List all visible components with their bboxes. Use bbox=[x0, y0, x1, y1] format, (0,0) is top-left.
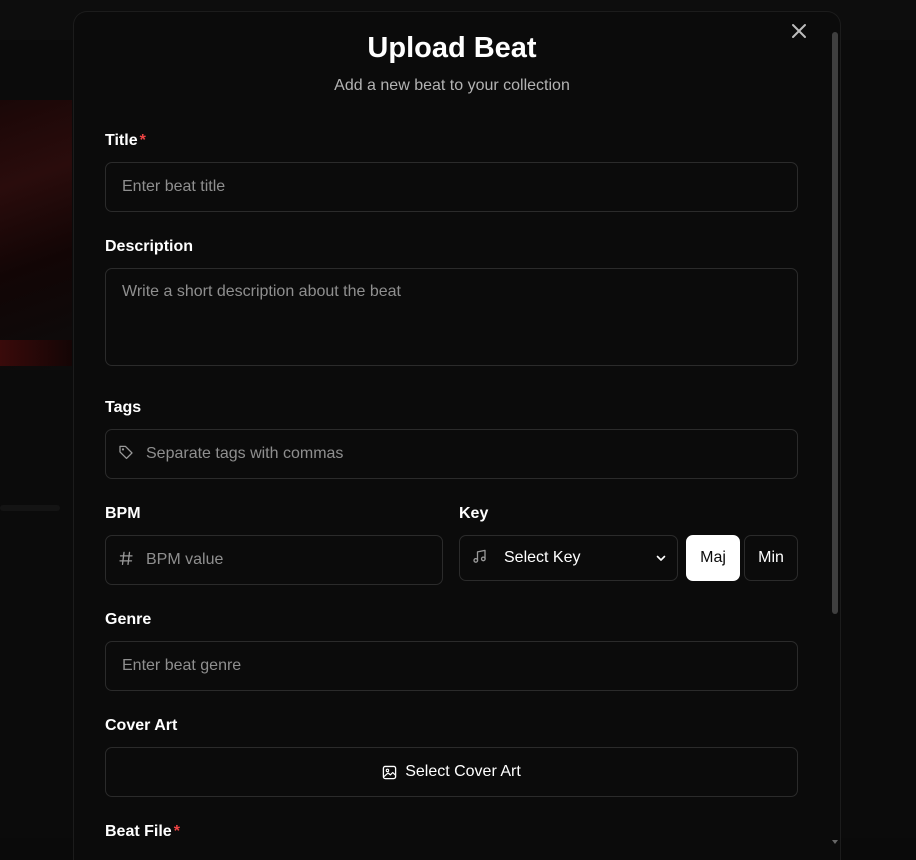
upload-beat-modal: Upload Beat Add a new beat to your colle… bbox=[73, 11, 841, 860]
scrollbar[interactable] bbox=[831, 28, 839, 840]
image-icon bbox=[382, 765, 397, 779]
select-cover-art-label: Select Cover Art bbox=[405, 763, 521, 780]
key-select-value: Select Key bbox=[504, 549, 581, 566]
genre-input[interactable]: Enter beat genre bbox=[105, 641, 798, 691]
scrollbar-thumb[interactable] bbox=[832, 32, 838, 614]
title-placeholder: Enter beat title bbox=[122, 178, 226, 195]
genre-label: Genre bbox=[105, 611, 152, 628]
beat-file-label-text: Beat File bbox=[105, 823, 172, 840]
tags-input[interactable]: Separate tags with commas bbox=[105, 429, 798, 479]
chevron-down-icon bbox=[656, 555, 666, 561]
hash-icon bbox=[119, 551, 133, 566]
bpm-placeholder: BPM value bbox=[146, 551, 224, 568]
key-select[interactable]: Select Key bbox=[459, 535, 678, 581]
tags-label: Tags bbox=[105, 399, 142, 416]
music-note-icon bbox=[473, 549, 486, 563]
key-minor-toggle[interactable]: Min bbox=[744, 535, 798, 581]
description-textarea[interactable]: Write a short description about the beat bbox=[105, 268, 798, 366]
key-major-toggle[interactable]: Maj bbox=[686, 535, 740, 581]
title-label: Title * bbox=[105, 132, 146, 150]
required-mark: * bbox=[173, 823, 180, 840]
modal-subtitle: Add a new beat to your collection bbox=[334, 77, 570, 94]
background-cover-glow bbox=[0, 340, 72, 366]
bpm-input[interactable]: BPM value bbox=[105, 535, 443, 585]
genre-placeholder: Enter beat genre bbox=[122, 657, 242, 674]
background-cover-art bbox=[0, 100, 72, 370]
description-label: Description bbox=[105, 238, 194, 255]
background-divider bbox=[0, 505, 60, 511]
key-label: Key bbox=[459, 505, 489, 522]
required-mark: * bbox=[139, 132, 146, 149]
scrollbar-down-arrow[interactable] bbox=[831, 832, 839, 844]
modal-title: Upload Beat bbox=[367, 32, 537, 64]
tag-icon bbox=[119, 445, 133, 460]
title-label-text: Title bbox=[105, 132, 138, 149]
tags-placeholder: Separate tags with commas bbox=[146, 445, 344, 462]
bpm-label: BPM bbox=[105, 505, 141, 522]
select-cover-art-button[interactable]: Select Cover Art bbox=[105, 747, 798, 797]
beat-file-label: Beat File * bbox=[105, 823, 180, 841]
cover-art-label: Cover Art bbox=[105, 717, 178, 734]
description-placeholder: Write a short description about the beat bbox=[122, 283, 401, 300]
title-input[interactable]: Enter beat title bbox=[105, 162, 798, 212]
